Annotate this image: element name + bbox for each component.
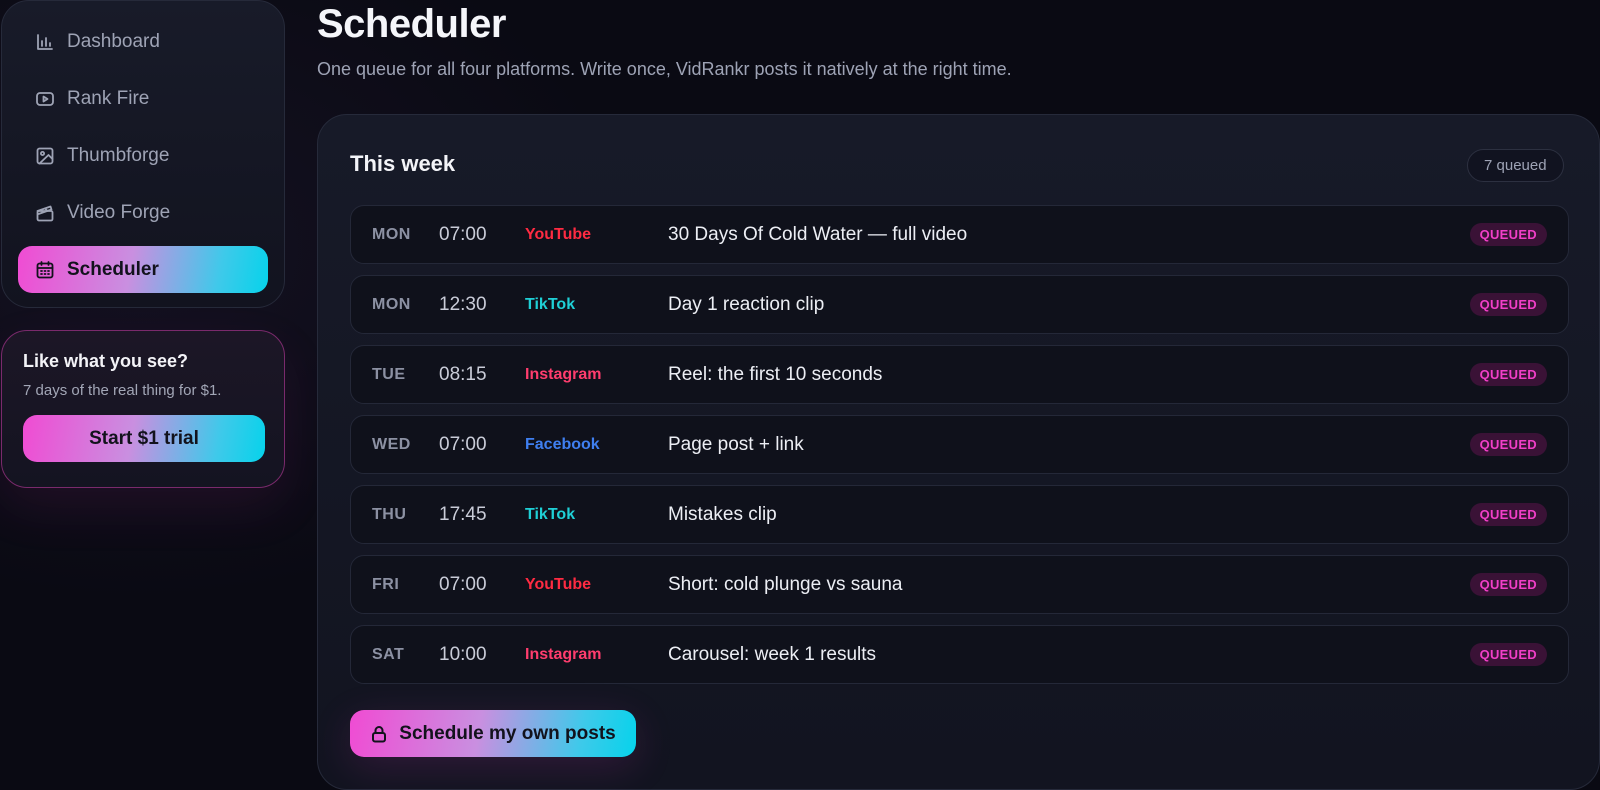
- sidebar-item-dashboard[interactable]: Dashboard: [18, 18, 268, 65]
- sidebar-item-label: Video Forge: [67, 201, 171, 223]
- panel-title: This week: [350, 151, 456, 176]
- status-badge: QUEUED: [1469, 643, 1547, 666]
- schedule-row[interactable]: MON 07:00 YouTube 30 Days Of Cold Water …: [350, 205, 1569, 264]
- row-title: Short: cold plunge vs sauna: [668, 573, 903, 595]
- lock-icon: [370, 725, 388, 743]
- row-title: Mistakes clip: [668, 503, 777, 525]
- sidebar-item-thumbforge[interactable]: Thumbforge: [18, 132, 268, 179]
- row-day: FRI: [372, 575, 400, 593]
- image-icon: [35, 146, 55, 166]
- calendar-icon: [35, 260, 55, 280]
- schedule-row[interactable]: FRI 07:00 YouTube Short: cold plunge vs …: [350, 555, 1569, 614]
- row-platform: Instagram: [525, 365, 602, 383]
- schedule-list: MON 07:00 YouTube 30 Days Of Cold Water …: [350, 205, 1569, 695]
- trial-title: Like what you see?: [23, 351, 189, 371]
- row-title: Carousel: week 1 results: [668, 643, 877, 665]
- schedule-row[interactable]: WED 07:00 Facebook Page post + link QUEU…: [350, 415, 1569, 474]
- row-day: WED: [372, 435, 411, 453]
- row-title: Day 1 reaction clip: [668, 293, 825, 315]
- page-subtitle: One queue for all four platforms. Write …: [317, 59, 1012, 79]
- row-time: 07:00: [439, 573, 487, 595]
- schedule-panel: This week 7 queued MON 07:00 YouTube 30 …: [317, 114, 1600, 790]
- row-platform: TikTok: [525, 505, 576, 523]
- row-platform: Facebook: [525, 435, 600, 453]
- schedule-row[interactable]: MON 12:30 TikTok Day 1 reaction clip QUE…: [350, 275, 1569, 334]
- clapperboard-icon: [35, 203, 55, 223]
- status-badge: QUEUED: [1469, 433, 1547, 456]
- row-time: 08:15: [439, 363, 487, 385]
- sidebar-item-label: Rank Fire: [67, 87, 150, 109]
- sidebar-item-label: Dashboard: [67, 30, 160, 52]
- row-time: 17:45: [439, 503, 487, 525]
- row-time: 12:30: [439, 293, 487, 315]
- trial-card: Like what you see? 7 days of the real th…: [1, 330, 285, 488]
- sidebar-item-video-forge[interactable]: Video Forge: [18, 189, 268, 236]
- row-platform: YouTube: [525, 575, 592, 593]
- status-badge: QUEUED: [1469, 223, 1547, 246]
- status-badge: QUEUED: [1469, 363, 1547, 386]
- start-trial-button[interactable]: Start $1 trial: [23, 415, 265, 462]
- row-title: 30 Days Of Cold Water — full video: [668, 223, 968, 245]
- status-badge: QUEUED: [1469, 503, 1547, 526]
- bar-chart-icon: [35, 32, 55, 52]
- row-time: 10:00: [439, 643, 487, 665]
- sidebar-item-label: Thumbforge: [67, 144, 170, 166]
- schedule-my-posts-button[interactable]: Schedule my own posts: [350, 710, 636, 757]
- row-time: 07:00: [439, 223, 487, 245]
- page-title: Scheduler: [317, 2, 506, 46]
- row-day: THU: [372, 505, 407, 523]
- row-day: MON: [372, 295, 411, 313]
- sidebar-item-rank-fire[interactable]: Rank Fire: [18, 75, 268, 122]
- status-badge: QUEUED: [1469, 293, 1547, 316]
- schedule-row[interactable]: TUE 08:15 Instagram Reel: the first 10 s…: [350, 345, 1569, 404]
- trial-subtitle: 7 days of the real thing for $1.: [23, 382, 222, 399]
- sidebar-item-scheduler[interactable]: Scheduler: [18, 246, 268, 293]
- row-day: MON: [372, 225, 411, 243]
- row-time: 07:00: [439, 433, 487, 455]
- row-day: SAT: [372, 645, 405, 663]
- schedule-row[interactable]: THU 17:45 TikTok Mistakes clip QUEUED: [350, 485, 1569, 544]
- row-platform: TikTok: [525, 295, 576, 313]
- row-title: Reel: the first 10 seconds: [668, 363, 883, 385]
- row-day: TUE: [372, 365, 406, 383]
- schedule-button-label: Schedule my own posts: [399, 722, 616, 744]
- sidebar: Dashboard Rank Fire Thumbforge Video For…: [1, 0, 285, 308]
- status-badge: QUEUED: [1469, 573, 1547, 596]
- row-platform: YouTube: [525, 225, 592, 243]
- schedule-row[interactable]: SAT 10:00 Instagram Carousel: week 1 res…: [350, 625, 1569, 684]
- queued-count-badge: 7 queued: [1467, 149, 1564, 182]
- play-icon: [35, 89, 55, 109]
- row-platform: Instagram: [525, 645, 602, 663]
- sidebar-item-label: Scheduler: [67, 258, 159, 280]
- row-title: Page post + link: [668, 433, 804, 455]
